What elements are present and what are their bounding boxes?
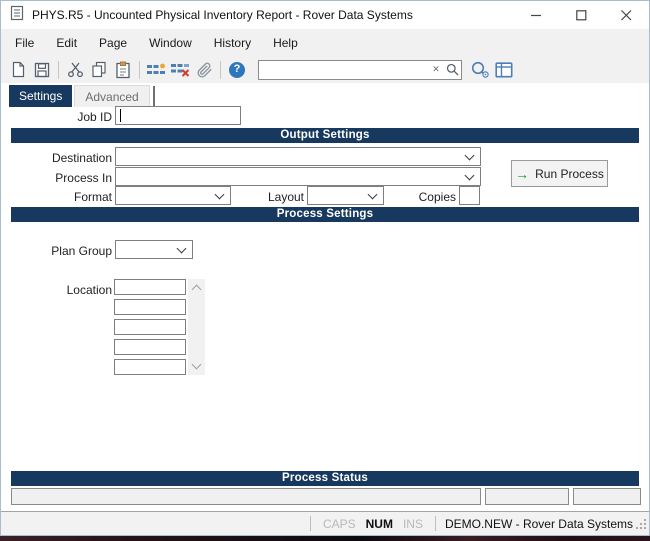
session-label: DEMO.NEW - Rover Data Systems (444, 516, 633, 531)
search-input[interactable] (259, 61, 429, 78)
paste-icon (116, 61, 130, 78)
form-area: Settings Advanced Job ID Output Settings… (1, 83, 649, 511)
scroll-down-icon[interactable] (191, 359, 201, 370)
cut-icon (67, 62, 83, 78)
copy-icon (92, 61, 106, 78)
app-document-icon (10, 5, 24, 26)
resize-grip[interactable] (635, 518, 647, 533)
toolbar (1, 56, 649, 83)
tab-advanced[interactable]: Advanced (74, 85, 150, 107)
menu-help[interactable]: Help (262, 31, 309, 55)
menu-history[interactable]: History (203, 31, 262, 55)
save-button[interactable] (30, 58, 54, 81)
process-settings-header: Process Settings (11, 207, 639, 222)
statusbar-separator (434, 516, 436, 531)
menu-file[interactable]: File (4, 31, 45, 55)
help-icon (229, 61, 245, 78)
maximize-button[interactable] (559, 1, 604, 29)
caps-indicator: CAPS (322, 516, 356, 531)
screen: PHYS.R5 - Uncounted Physical Inventory R… (0, 0, 650, 541)
toolbar-separator (139, 60, 140, 79)
location-input-1[interactable] (114, 279, 186, 295)
chevron-down-icon (464, 150, 475, 160)
location-input-2[interactable] (114, 299, 186, 315)
text-caret (120, 109, 121, 122)
layout-panel-icon (495, 61, 513, 78)
job-id-input[interactable] (115, 106, 241, 125)
search-icon[interactable] (443, 63, 461, 76)
tab-strip: Settings Advanced (9, 84, 155, 107)
destination-select[interactable] (115, 147, 481, 166)
run-arrow-icon (515, 167, 529, 181)
copies-label: Copies (418, 190, 456, 204)
tab-strip-endmark (152, 86, 155, 107)
new-document-button[interactable] (6, 58, 30, 81)
location-scrollbar[interactable] (188, 279, 205, 375)
cut-button[interactable] (63, 58, 87, 81)
chevron-down-icon (464, 170, 475, 180)
menu-window[interactable]: Window (138, 31, 203, 55)
format-label: Format (73, 190, 112, 204)
search-preview-icon (471, 61, 489, 78)
toolbar-separator (58, 60, 59, 79)
delete-row-icon (171, 64, 190, 77)
status-message-field (11, 488, 481, 505)
maximize-icon (576, 9, 587, 20)
menu-bar: File Edit Page Window History Help (1, 29, 649, 56)
output-settings-header: Output Settings (11, 128, 639, 143)
num-indicator: NUM (365, 516, 393, 531)
toolbar-separator (220, 60, 221, 79)
window-title: PHYS.R5 - Uncounted Physical Inventory R… (32, 8, 413, 22)
copy-button[interactable] (87, 58, 111, 81)
process-status-header: Process Status (11, 471, 639, 486)
process-in-label: Process In (55, 171, 112, 185)
location-input-5[interactable] (114, 359, 186, 375)
plan-group-label: Plan Group (51, 244, 112, 258)
ins-indicator: INS (402, 516, 423, 531)
minimize-icon (531, 14, 541, 16)
minimize-button[interactable] (514, 1, 559, 29)
save-icon (34, 62, 50, 77)
plan-group-select[interactable] (115, 240, 193, 259)
menu-page[interactable]: Page (88, 31, 138, 55)
copies-input[interactable] (459, 186, 480, 205)
layout-panel-button[interactable] (492, 58, 516, 81)
run-process-button[interactable]: Run Process (511, 160, 608, 187)
status-field-3 (573, 488, 641, 505)
scroll-up-icon[interactable] (191, 284, 201, 295)
close-icon (621, 9, 632, 20)
close-button[interactable] (604, 1, 649, 29)
attachment-icon (197, 62, 212, 77)
insert-row-icon (147, 63, 165, 74)
status-field-2 (485, 488, 569, 505)
paste-button[interactable] (111, 58, 135, 81)
app-window: PHYS.R5 - Uncounted Physical Inventory R… (0, 0, 650, 536)
search-box (258, 59, 462, 80)
location-label: Location (66, 283, 112, 297)
new-document-icon (12, 61, 24, 78)
desktop-edge (0, 536, 650, 541)
destination-label: Destination (51, 151, 112, 165)
attachment-button[interactable] (192, 58, 216, 81)
job-id-label: Job ID (77, 110, 112, 124)
status-bar: CAPS NUM INS DEMO.NEW - Rover Data Syste… (1, 511, 649, 535)
location-input-4[interactable] (114, 339, 186, 355)
menu-edit[interactable]: Edit (45, 31, 88, 55)
delete-row-button[interactable] (168, 58, 192, 81)
process-in-select[interactable] (115, 167, 481, 186)
statusbar-separator (309, 516, 311, 531)
run-process-label: Run Process (535, 166, 604, 181)
chevron-down-icon (176, 243, 187, 253)
insert-row-button[interactable] (144, 58, 168, 81)
search-preview-button[interactable] (468, 58, 492, 81)
help-button[interactable] (225, 58, 249, 81)
location-input-3[interactable] (114, 319, 186, 335)
title-bar[interactable]: PHYS.R5 - Uncounted Physical Inventory R… (1, 1, 649, 29)
tab-settings[interactable]: Settings (9, 85, 73, 107)
search-clear-icon[interactable] (429, 64, 443, 75)
layout-label: Layout (267, 190, 304, 204)
